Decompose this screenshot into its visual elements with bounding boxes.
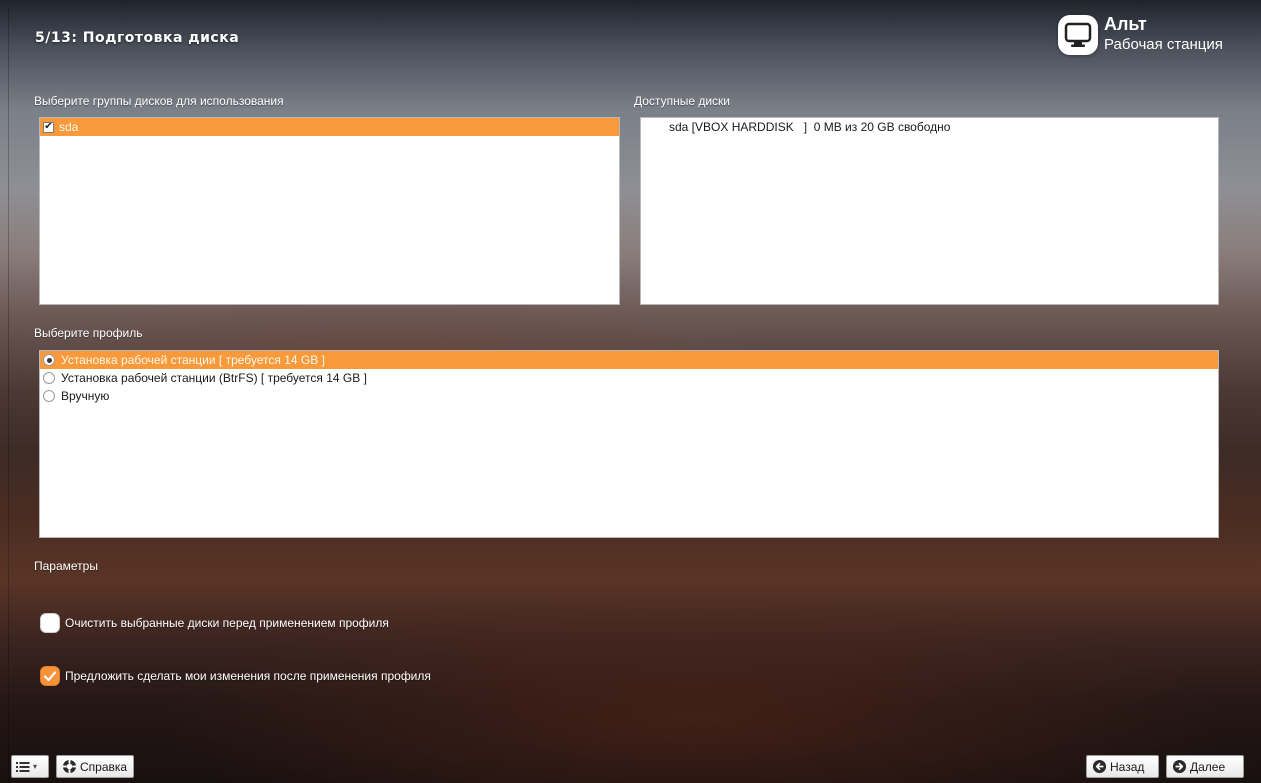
help-label: Справка <box>80 759 128 774</box>
disk-item-sda[interactable]: sda [VBOX HARDDISK ] 0 MB из 20 GB свобо… <box>669 120 950 134</box>
radio-unselected-icon[interactable] <box>43 390 55 402</box>
disk-groups-label: Выберите группы дисков для использования <box>34 94 284 108</box>
disk-groups-list[interactable]: ✔ sda <box>39 117 620 305</box>
profile-option-workstation[interactable]: Установка рабочей станции [ требуется 14… <box>40 351 1218 369</box>
checkmark-icon[interactable] <box>40 666 60 686</box>
parameters-label: Параметры <box>34 559 98 573</box>
profile-option-label: Установка рабочей станции [ требуется 14… <box>61 353 325 367</box>
clear-disks-label: Очистить выбранные диски перед применени… <box>65 616 389 630</box>
help-button[interactable]: Справка <box>56 755 134 778</box>
page-title: 5/13: Подготовка диска <box>35 30 240 46</box>
profile-option-manual[interactable]: Вручную <box>40 387 1218 405</box>
lifebuoy-icon <box>62 759 77 774</box>
available-disks-list[interactable]: sda [VBOX HARDDISK ] 0 MB из 20 GB свобо… <box>640 117 1219 305</box>
monitor-icon <box>1058 15 1098 55</box>
back-button[interactable]: Назад <box>1086 755 1159 778</box>
profile-option-workstation-btrfs[interactable]: Установка рабочей станции (BtrFS) [ треб… <box>40 369 1218 387</box>
suggest-changes-option[interactable]: Предложить сделать мои изменения после п… <box>40 666 431 686</box>
disk-group-label: sda <box>59 120 79 134</box>
clear-disks-option[interactable]: Очистить выбранные диски перед применени… <box>40 613 389 633</box>
profile-option-label: Установка рабочей станции (BtrFS) [ треб… <box>61 371 367 385</box>
profile-list[interactable]: Установка рабочей станции [ требуется 14… <box>39 350 1219 538</box>
next-label: Далее <box>1190 759 1226 774</box>
brand-name: Альт <box>1104 14 1147 34</box>
brand-subtitle: Рабочая станция <box>1104 35 1223 53</box>
suggest-changes-label: Предложить сделать мои изменения после п… <box>65 669 431 683</box>
back-label: Назад <box>1110 759 1145 774</box>
radio-unselected-icon[interactable] <box>43 372 55 384</box>
checkbox-checked-icon[interactable]: ✔ <box>43 121 54 133</box>
brand-logo: Альт Рабочая станция <box>1058 15 1223 55</box>
profile-option-label: Вручную <box>61 389 110 403</box>
profile-label: Выберите профиль <box>34 326 143 340</box>
arrow-left-circle-icon <box>1092 759 1107 774</box>
chevron-down-icon: ▾ <box>33 762 38 771</box>
list-icon <box>16 761 30 773</box>
checkbox-unchecked-icon[interactable] <box>40 613 60 633</box>
radio-selected-icon[interactable] <box>43 354 55 366</box>
disk-group-item-sda[interactable]: ✔ sda <box>40 118 619 136</box>
arrow-right-circle-icon <box>1172 759 1187 774</box>
menu-button[interactable]: ▾ <box>11 755 49 778</box>
next-button[interactable]: Далее <box>1166 755 1244 778</box>
available-disks-label: Доступные диски <box>634 94 730 108</box>
